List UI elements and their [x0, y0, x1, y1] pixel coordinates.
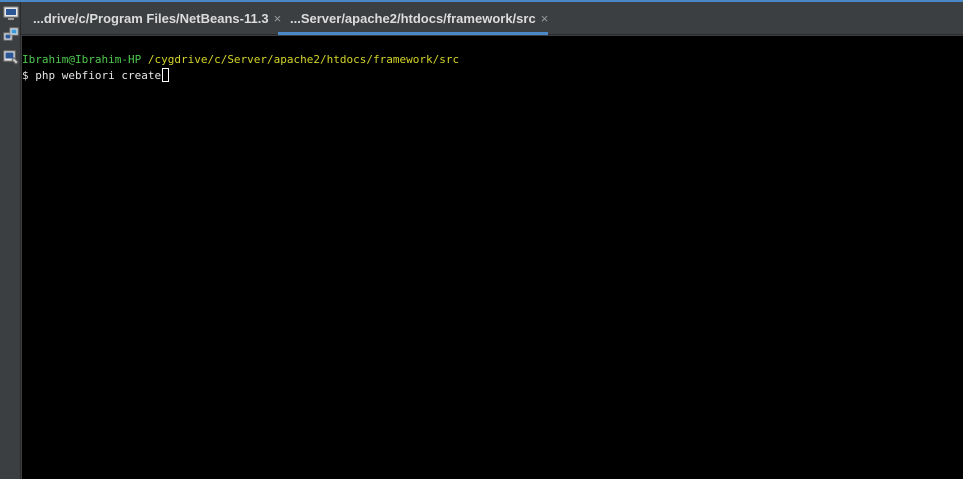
close-icon[interactable]: × [541, 11, 549, 26]
active-tab-indicator [278, 32, 548, 35]
terminal-settings-icon[interactable] [2, 48, 19, 65]
terminal-tab-bar: ...drive/c/Program Files/NetBeans-11.3 ×… [21, 2, 963, 35]
text-cursor [162, 68, 170, 82]
tab-framework-src[interactable]: ...Server/apache2/htdocs/framework/src × [21, 2, 548, 35]
command-text: php webfiori create [35, 69, 162, 82]
prompt-symbol: $ [22, 69, 29, 82]
tab-label: ...Server/apache2/htdocs/framework/src [290, 11, 536, 26]
prompt-path: /cygdrive/c/Server/apache2/htdocs/framew… [147, 53, 460, 66]
prompt-user: Ibrahim@Ibrahim-HP [22, 53, 142, 66]
side-toolbar [0, 2, 21, 479]
terminal-window-icon[interactable] [2, 4, 19, 21]
remote-connection-icon[interactable] [2, 26, 19, 43]
terminal-output[interactable]: Ibrahim@Ibrahim-HP /cygdrive/c/Server/ap… [22, 36, 963, 479]
command-line[interactable]: $ php webfiori create [22, 68, 963, 84]
prompt-line: Ibrahim@Ibrahim-HP /cygdrive/c/Server/ap… [22, 52, 963, 68]
